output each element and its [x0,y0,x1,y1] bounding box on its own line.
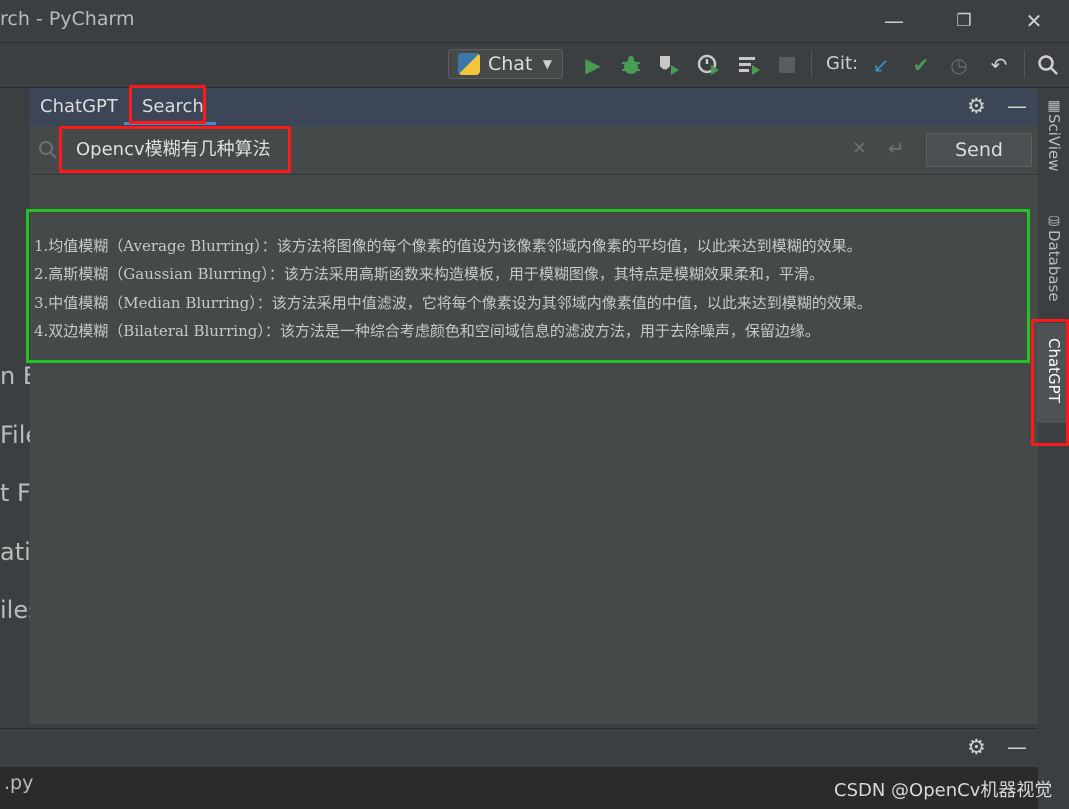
git-history-button[interactable]: ◷ [946,52,972,78]
enter-icon: ↵ [888,136,905,160]
search-field-icon-wrap [38,140,58,164]
stop-icon [779,57,795,73]
hide-panel-button[interactable]: — [1007,94,1029,118]
git-rollback-button[interactable]: ↶ [986,52,1012,78]
settings-button[interactable]: ⚙ [967,94,991,118]
chart-icon: ▦ [1046,98,1062,114]
stop-button[interactable] [774,52,800,78]
git-commit-button[interactable]: ✔ [908,52,934,78]
toolbar-separator [1024,50,1025,78]
minimize-icon: — [1007,94,1027,118]
clear-search-button[interactable]: ✕ [852,138,867,159]
gear-icon: ⚙ [967,735,986,759]
maximize-button[interactable]: ❐ [946,6,982,36]
project-item[interactable]: n Ev [0,362,30,390]
debug-button[interactable] [618,52,644,78]
minimize-icon: — [1007,735,1027,759]
git-label: Git: [826,53,859,74]
annotation-chatgpt-tab [1031,319,1069,446]
project-item[interactable]: File [0,421,30,449]
list-run-icon [739,57,760,75]
close-window-button[interactable]: ✕ [1016,6,1052,36]
toolbar-separator [811,50,812,78]
bug-icon [622,56,640,74]
restore-icon: ❐ [956,11,972,31]
sciview-tab-label: SciView [1045,114,1063,172]
database-tab-label: Database [1045,230,1063,302]
undo-icon: ↶ [990,53,1008,77]
database-tab[interactable]: ⛁ Database [1040,214,1068,318]
annotation-search-input [59,126,291,173]
newline-button[interactable]: ↵ [888,136,905,160]
check-icon: ✔ [912,53,930,77]
tab-chatgpt[interactable]: ChatGPT [40,96,118,117]
annotation-response [26,209,1030,363]
shield-run-icon [660,56,679,75]
run-icon: ▶ [585,53,601,77]
arrow-down-left-icon: ↙ [872,53,890,77]
python-icon [458,53,480,75]
close-icon: ✕ [1025,9,1043,33]
run-configuration-label: Chat [488,53,533,75]
gear-icon: ⚙ [967,94,986,118]
file-name: .py [4,772,34,794]
project-item[interactable]: iles [0,596,30,624]
annotation-search-tab [129,85,206,124]
send-button[interactable]: Send [926,133,1032,167]
right-tool-strip [1038,88,1069,808]
bottom-settings-button[interactable]: ⚙ [967,735,986,759]
search-everywhere-button[interactable] [1035,52,1061,78]
project-item[interactable]: t Fi [0,479,30,507]
chevron-down-icon: ▼ [542,57,552,71]
project-item[interactable]: atio [0,538,30,566]
run-configuration-select[interactable]: Chat ▼ [448,49,563,79]
coverage-button[interactable] [656,52,682,78]
window-title: rch - PyCharm [0,8,135,30]
bottom-tool-window-header [0,728,1038,767]
sciview-tab[interactable]: ▦ SciView [1040,98,1068,188]
bottom-hide-button[interactable]: — [1007,735,1027,759]
search-icon [39,141,57,159]
minimize-icon: — [884,9,904,33]
clock-icon: ◷ [950,53,968,77]
minimize-button[interactable]: — [876,6,912,36]
git-update-button[interactable]: ↙ [868,52,894,78]
run-concurrency-button[interactable] [736,52,762,78]
close-icon: ✕ [852,138,868,159]
profile-button[interactable] [696,52,722,78]
profiler-icon [697,54,719,75]
project-panel [0,88,28,724]
watermark: CSDN @OpenCv机器视觉 [834,780,1053,801]
database-icon: ⛁ [1046,214,1062,230]
search-icon [1038,55,1058,75]
run-button[interactable]: ▶ [580,52,606,78]
